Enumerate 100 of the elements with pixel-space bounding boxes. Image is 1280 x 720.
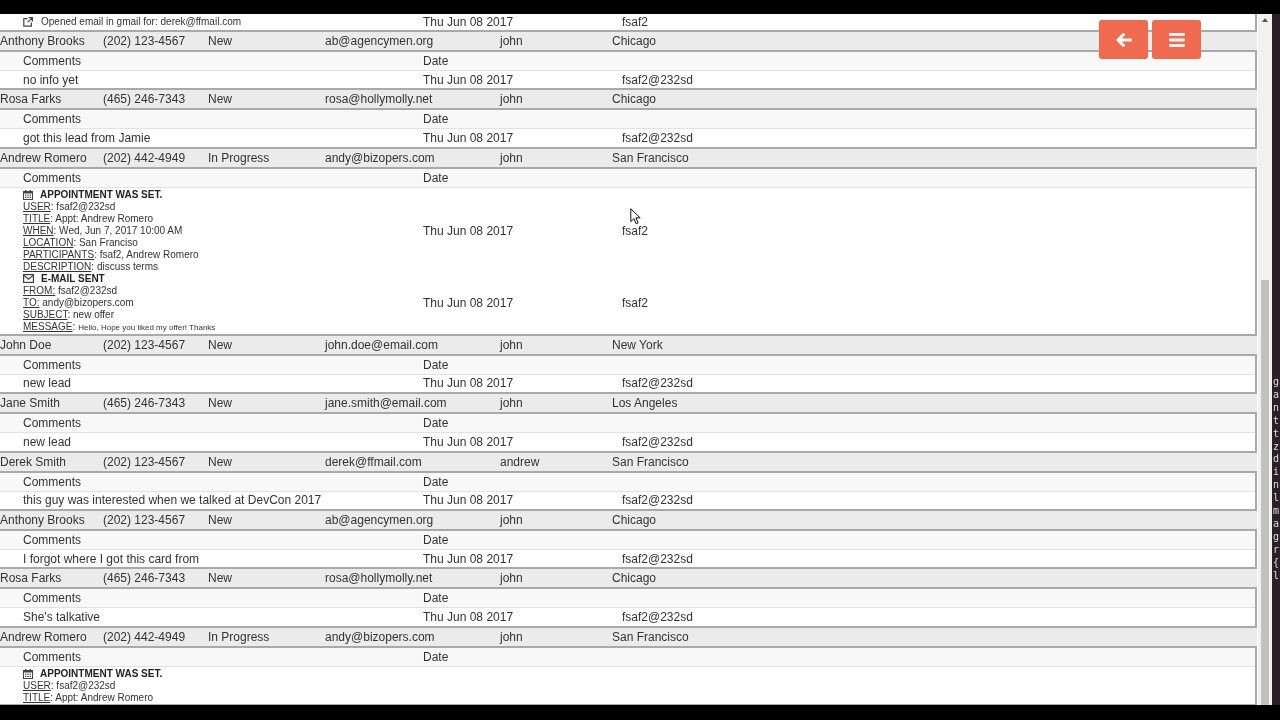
back-button[interactable] — [1099, 20, 1148, 59]
scrollbar-thumb[interactable] — [1261, 280, 1269, 705]
lead-row[interactable]: Rosa Farks (465) 246-7343 New rosa@hollymolly.net john Chicago — [0, 90, 1257, 109]
phone-number: (202) 442-4949 — [103, 149, 186, 167]
comment-text: this guy was interested when we talked at DevCon 2017 — [23, 493, 322, 508]
scrollbar[interactable] — [1258, 14, 1272, 705]
date-column-header: Date — [423, 590, 449, 608]
phone-number: (202) 123-4567 — [103, 511, 186, 529]
lead-status: New — [208, 453, 232, 471]
owner-name: john — [500, 628, 523, 646]
email-address: ab@agencymen.org — [325, 33, 434, 50]
terminal-text: t — [1272, 414, 1280, 428]
owner-name: john — [500, 511, 523, 529]
city-name: Chicago — [612, 91, 657, 109]
detail-line: PARTICIPANTS: fsaf2, Andrew Romero — [23, 248, 199, 261]
lead-row[interactable]: Anthony Brooks (202) 123-4567 New ab@agencymen.org john Chicago — [0, 32, 1257, 50]
detail-line: WHEN: Wed, Jun 7, 2017 10:00 AM — [23, 224, 183, 237]
scroll-up-icon[interactable] — [1262, 18, 1268, 22]
comments-column-header: Comments — [23, 648, 81, 666]
entry-date: Thu Jun 08 2017 — [423, 296, 514, 311]
phone-number: (202) 123-4567 — [103, 33, 186, 50]
comments-column-header: Comments — [23, 356, 81, 374]
owner-name: john — [500, 570, 523, 588]
owner-name: john — [500, 395, 523, 413]
comments-column-header: Comments — [23, 53, 81, 70]
event-title: APPOINTMENT WAS SET. — [40, 667, 163, 680]
lead-name: Jane Smith — [0, 395, 61, 413]
owner-name: john — [500, 336, 523, 354]
menu-button[interactable] — [1152, 20, 1201, 59]
entry-author: fsaf2@232sd — [622, 610, 693, 625]
comment-text: new lead — [23, 434, 72, 449]
external-link-icon — [23, 17, 33, 27]
detail-line: SUBJECT: new offer — [23, 308, 114, 321]
comments-column-header: Comments — [23, 590, 81, 608]
date-column-header: Date — [423, 473, 449, 491]
owner-name: john — [500, 149, 523, 167]
city-name: Chicago — [612, 33, 657, 50]
entry-date: Thu Jun 08 2017 — [423, 15, 514, 29]
lead-name: John Doe — [0, 336, 52, 354]
detail-line: USER: fsaf2@232sd — [23, 200, 116, 213]
owner-name: john — [500, 91, 523, 109]
date-column-header: Date — [423, 415, 449, 433]
lead-status: New — [208, 91, 232, 109]
detail-line: LOCATION: San Franciso — [23, 236, 138, 249]
terminal-text: l — [1272, 492, 1280, 506]
phone-number: (465) 246-7343 — [103, 570, 186, 588]
comment-text: got this lead from Jamie — [23, 131, 151, 146]
lead-status: New — [208, 336, 232, 354]
terminal-text: t — [1272, 427, 1280, 441]
lead-name: Andrew Romero — [0, 149, 87, 167]
terminal-text: { — [1272, 556, 1280, 570]
city-name: San Francisco — [612, 628, 689, 646]
mouse-pointer-icon — [630, 208, 641, 225]
activity-text: Opened email in gmail for: derek@ffmail.com — [41, 16, 242, 28]
entry-date: Thu Jun 08 2017 — [423, 131, 514, 146]
entry-author: fsaf2 — [622, 296, 648, 311]
email-address: andy@bizopers.com — [325, 628, 435, 646]
entry-author: fsaf2 — [622, 223, 648, 238]
comments-column-header: Comments — [23, 415, 81, 433]
lead-status: New — [208, 395, 232, 413]
lead-row[interactable]: Rosa Farks (465) 246-7343 New rosa@hollymolly.net john Chicago — [0, 569, 1257, 588]
detail-line: TITLE: Appt: Andrew Romero — [23, 212, 154, 225]
terminal-text: n — [1272, 479, 1280, 493]
terminal-text: a — [1272, 388, 1280, 402]
detail-line: DESCRIPTION: discuss terms — [23, 260, 159, 273]
event-title: E-MAIL SENT — [41, 272, 105, 285]
lead-status: In Progress — [208, 149, 270, 167]
terminal-text: i — [1272, 466, 1280, 480]
entry-author: fsaf2@232sd — [622, 493, 693, 508]
terminal-text: l — [1272, 569, 1280, 583]
email-address: jane.smith@email.com — [325, 395, 447, 413]
entry-author: fsaf2@232sd — [622, 551, 693, 566]
city-name: Chicago — [612, 570, 657, 588]
entry-date: Thu Jun 08 2017 — [423, 223, 514, 238]
menu-icon — [1168, 32, 1185, 47]
lead-row[interactable]: Jane Smith (465) 246-7343 New jane.smith@email.com john Los Angeles — [0, 394, 1257, 413]
detail-line: USER: fsaf2@232sd — [23, 679, 116, 692]
phone-number: (465) 246-7343 — [103, 395, 186, 413]
entry-author: fsaf2 — [622, 15, 648, 29]
entry-author: fsaf2@232sd — [622, 131, 693, 146]
entry-date: Thu Jun 08 2017 — [423, 610, 514, 625]
lead-status: New — [208, 570, 232, 588]
date-column-header: Date — [423, 356, 449, 374]
comments-column-header: Comments — [23, 531, 81, 549]
detail-line: TITLE: Appt: Andrew Romero — [23, 691, 154, 704]
terminal-text: g — [1272, 530, 1280, 544]
comment-text: I forgot where I got this card from — [23, 551, 200, 566]
date-column-header: Date — [423, 531, 449, 549]
detail-line: TO: andy@bizopers.com — [23, 296, 134, 309]
lead-name: Andrew Romero — [0, 628, 87, 646]
detail-line: MESSAGE: Hello, Hope you liked my offer! Thanks — [23, 320, 216, 334]
entry-date: Thu Jun 08 2017 — [423, 376, 514, 391]
terminal-text: g — [1272, 376, 1280, 389]
lead-name: Rosa Farks — [0, 91, 62, 109]
terminal-text: r — [1272, 543, 1280, 557]
comment-text: new lead — [23, 376, 72, 391]
city-name: New York — [612, 336, 663, 354]
terminal-text: d — [1272, 453, 1280, 467]
phone-number: (202) 123-4567 — [103, 336, 186, 354]
owner-name: john — [500, 33, 523, 50]
